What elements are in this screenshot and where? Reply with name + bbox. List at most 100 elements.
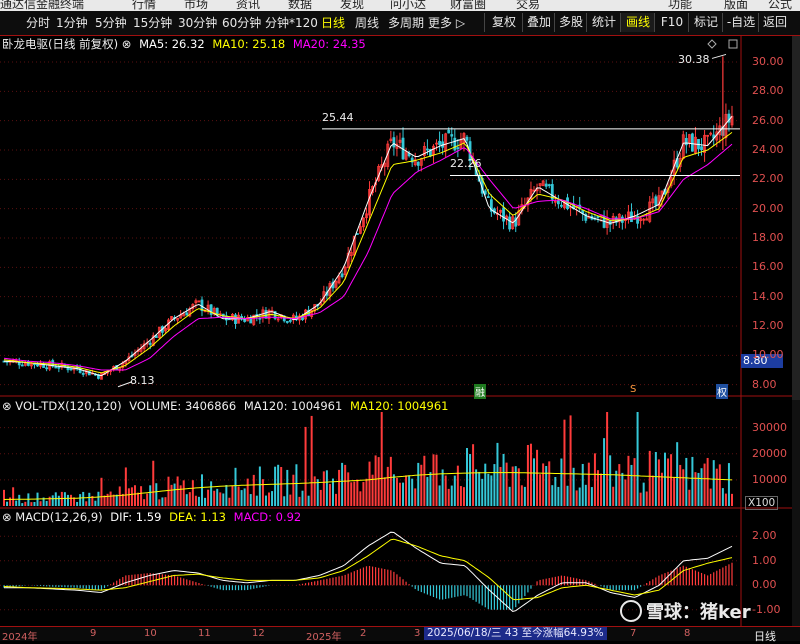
volume-bar bbox=[691, 456, 694, 506]
volume-bar bbox=[682, 469, 685, 506]
volume-bar bbox=[310, 415, 313, 506]
candle-body bbox=[450, 134, 454, 137]
price-tick-label: 10.00 bbox=[752, 348, 784, 362]
macd-collapse-icon[interactable]: ⊗ bbox=[2, 510, 12, 524]
volume-bar bbox=[313, 476, 316, 506]
volume-bar bbox=[633, 458, 636, 506]
price-tick-label: 22.00 bbox=[752, 172, 784, 186]
volume-bar bbox=[465, 448, 468, 506]
volume-legend: ⊗ VOL-TDX(120,120) VOLUME: 3406866 MA120… bbox=[2, 399, 448, 413]
volume-bar bbox=[268, 492, 271, 506]
candle-body bbox=[700, 146, 703, 151]
date-tick-label: 7 bbox=[630, 628, 637, 639]
volume-bar bbox=[124, 467, 127, 506]
volume-bar bbox=[331, 478, 334, 506]
volume-bar bbox=[667, 458, 670, 506]
date-axis-bar: 2024年91011122025年2345678 日线 bbox=[0, 626, 800, 644]
volume-bar bbox=[517, 468, 520, 506]
date-tick-label: 10 bbox=[144, 628, 157, 639]
volume-bar bbox=[246, 478, 249, 506]
price-tick-label: 12.00 bbox=[752, 319, 784, 332]
candle-body bbox=[456, 147, 460, 150]
volume-bar bbox=[417, 462, 420, 506]
volume-bar bbox=[164, 497, 167, 506]
chart-canvas[interactable] bbox=[0, 0, 800, 640]
macd-tick-label: 2.00 bbox=[752, 529, 777, 543]
volume-bar bbox=[554, 476, 557, 506]
volume-bar bbox=[365, 478, 368, 506]
volume-bar bbox=[402, 482, 405, 506]
volume-bar bbox=[724, 493, 727, 506]
volume-bar bbox=[54, 492, 57, 506]
volume-bar bbox=[127, 488, 130, 506]
volume-bar bbox=[405, 475, 408, 506]
volume-bar bbox=[140, 486, 143, 506]
volume-bar bbox=[45, 500, 48, 506]
volume-bar bbox=[298, 496, 301, 506]
volume-bar bbox=[264, 495, 267, 506]
volume-bar bbox=[441, 469, 444, 506]
volume-bar bbox=[414, 488, 417, 506]
volume-collapse-icon[interactable]: ⊗ bbox=[2, 399, 12, 413]
right-info-strip-lower[interactable] bbox=[792, 400, 800, 626]
volume-bar bbox=[395, 478, 398, 506]
volume-bar bbox=[432, 454, 435, 506]
volume-bar bbox=[173, 483, 176, 506]
volume-bar bbox=[642, 482, 645, 506]
volume-bar bbox=[523, 486, 526, 506]
volume-bar bbox=[456, 465, 459, 506]
volume-bar bbox=[660, 472, 663, 506]
price-tick-label: 30.00 bbox=[752, 55, 784, 68]
volume-bar bbox=[39, 501, 42, 506]
candle-body bbox=[45, 367, 49, 370]
volume-bar bbox=[596, 470, 599, 506]
volume-bar bbox=[219, 492, 222, 506]
chart-frames bbox=[0, 36, 800, 626]
volume-bar bbox=[435, 454, 438, 506]
volume-bar bbox=[341, 462, 344, 506]
volume-bar bbox=[225, 485, 228, 506]
volume-bar bbox=[197, 496, 200, 506]
volume-bar bbox=[155, 483, 158, 506]
volume-bar bbox=[581, 463, 584, 506]
volume-bar bbox=[502, 453, 505, 506]
date-tick-label: 11 bbox=[198, 628, 211, 639]
volume-bar bbox=[459, 486, 462, 506]
right-info-strip[interactable] bbox=[792, 36, 800, 400]
volume-bar bbox=[240, 490, 243, 506]
volume-bar bbox=[374, 455, 377, 506]
macd-tick-label: 0.00 bbox=[752, 578, 777, 592]
volume-title[interactable]: VOL-TDX(120,120) bbox=[15, 399, 121, 413]
rights-mark[interactable]: 权 bbox=[716, 384, 728, 399]
volume-bar bbox=[380, 412, 383, 506]
volume-bar bbox=[234, 467, 237, 506]
line-label-1: 25.44 bbox=[322, 111, 354, 124]
volume-bar bbox=[243, 488, 246, 506]
volume-bar bbox=[478, 471, 481, 506]
range-gain-tooltip: 2025/06/18/三 43 至今涨幅64.93% bbox=[424, 627, 607, 640]
volume-bar bbox=[161, 497, 164, 506]
volume-bar bbox=[529, 443, 532, 506]
volume-bar bbox=[612, 486, 615, 506]
volume-bar bbox=[362, 482, 365, 506]
candle-body bbox=[556, 200, 560, 205]
volume-tick-label: 10000 bbox=[752, 472, 787, 486]
volume-bar bbox=[450, 485, 453, 506]
volume-bar bbox=[249, 494, 252, 506]
volume-bar bbox=[33, 501, 36, 506]
volume-bar bbox=[447, 488, 450, 506]
volume-bar bbox=[475, 469, 478, 506]
datebar-period[interactable]: 日线 bbox=[754, 628, 776, 644]
macd-title[interactable]: MACD(12,26,9) bbox=[15, 510, 102, 524]
volume-bar bbox=[721, 488, 724, 506]
volume-bar bbox=[237, 486, 240, 506]
candle-body bbox=[285, 321, 289, 323]
volume-bar bbox=[328, 483, 331, 506]
candle-body bbox=[502, 207, 505, 222]
margin-trading-mark[interactable]: 融 bbox=[474, 384, 486, 399]
s-event-mark[interactable]: S bbox=[630, 384, 636, 395]
volume-bar bbox=[368, 461, 371, 506]
volume-bar bbox=[283, 496, 286, 506]
volume-bar bbox=[484, 463, 487, 506]
macd-tick-label: 1.00 bbox=[752, 553, 777, 567]
